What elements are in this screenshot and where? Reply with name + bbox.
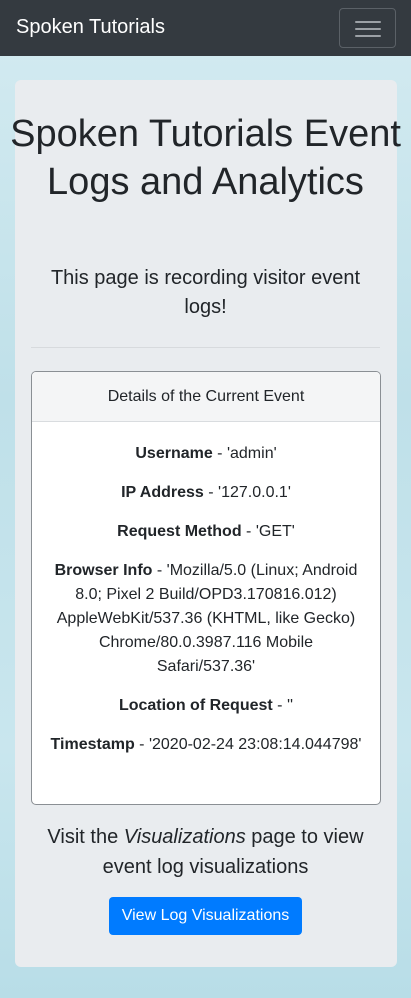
divider (31, 347, 380, 348)
lead-text: This page is recording visitor event log… (50, 267, 361, 318)
browser-info-field: Browser Info - 'Mozilla/5.0 (Linux; Andr… (48, 559, 364, 679)
page-title: Spoken Tutorials Event Logs and Analytic… (10, 113, 401, 203)
hamburger-menu-icon (355, 35, 381, 37)
timestamp-field: Timestamp - '2020-02-24 23:08:14.044798' (48, 733, 364, 757)
navbar: Spoken Tutorials (0, 0, 411, 56)
field-label: Timestamp (50, 736, 135, 753)
username-field: Username - 'admin' (48, 442, 364, 466)
ip-address-field: IP Address - '127.0.0.1' (48, 481, 364, 505)
field-label: Browser Info (54, 562, 153, 579)
navbar-brand[interactable]: Spoken Tutorials (16, 15, 165, 39)
field-value: - '127.0.0.1' (203, 484, 291, 501)
card-body: Username - 'admin' IP Address - '127.0.0… (32, 422, 380, 757)
visit-text: Visit the Visualizations page to view ev… (30, 822, 381, 882)
field-value: - 'GET' (241, 523, 295, 540)
view-log-visualizations-button[interactable]: View Log Visualizations (109, 897, 302, 935)
visit-prefix: Visit the (47, 826, 124, 848)
field-label: Location of Request (118, 697, 273, 714)
visualizations-word: Visualizations (123, 826, 246, 848)
field-label: Username (135, 445, 213, 462)
field-value: - '' (272, 697, 294, 714)
navbar-toggler-button[interactable] (339, 8, 396, 48)
field-label: IP Address (121, 484, 204, 501)
request-method-field: Request Method - 'GET' (48, 520, 364, 544)
field-value: - '2020-02-24 23:08:14.044798' (134, 736, 362, 753)
location-field: Location of Request - '' (48, 694, 364, 718)
event-details-card: Details of the Current Event Username - … (31, 371, 381, 805)
hamburger-menu-icon (355, 28, 381, 30)
field-label: Request Method (117, 523, 242, 540)
field-value: - 'admin' (212, 445, 277, 462)
card-header: Details of the Current Event (32, 372, 380, 422)
hamburger-menu-icon (355, 21, 381, 23)
